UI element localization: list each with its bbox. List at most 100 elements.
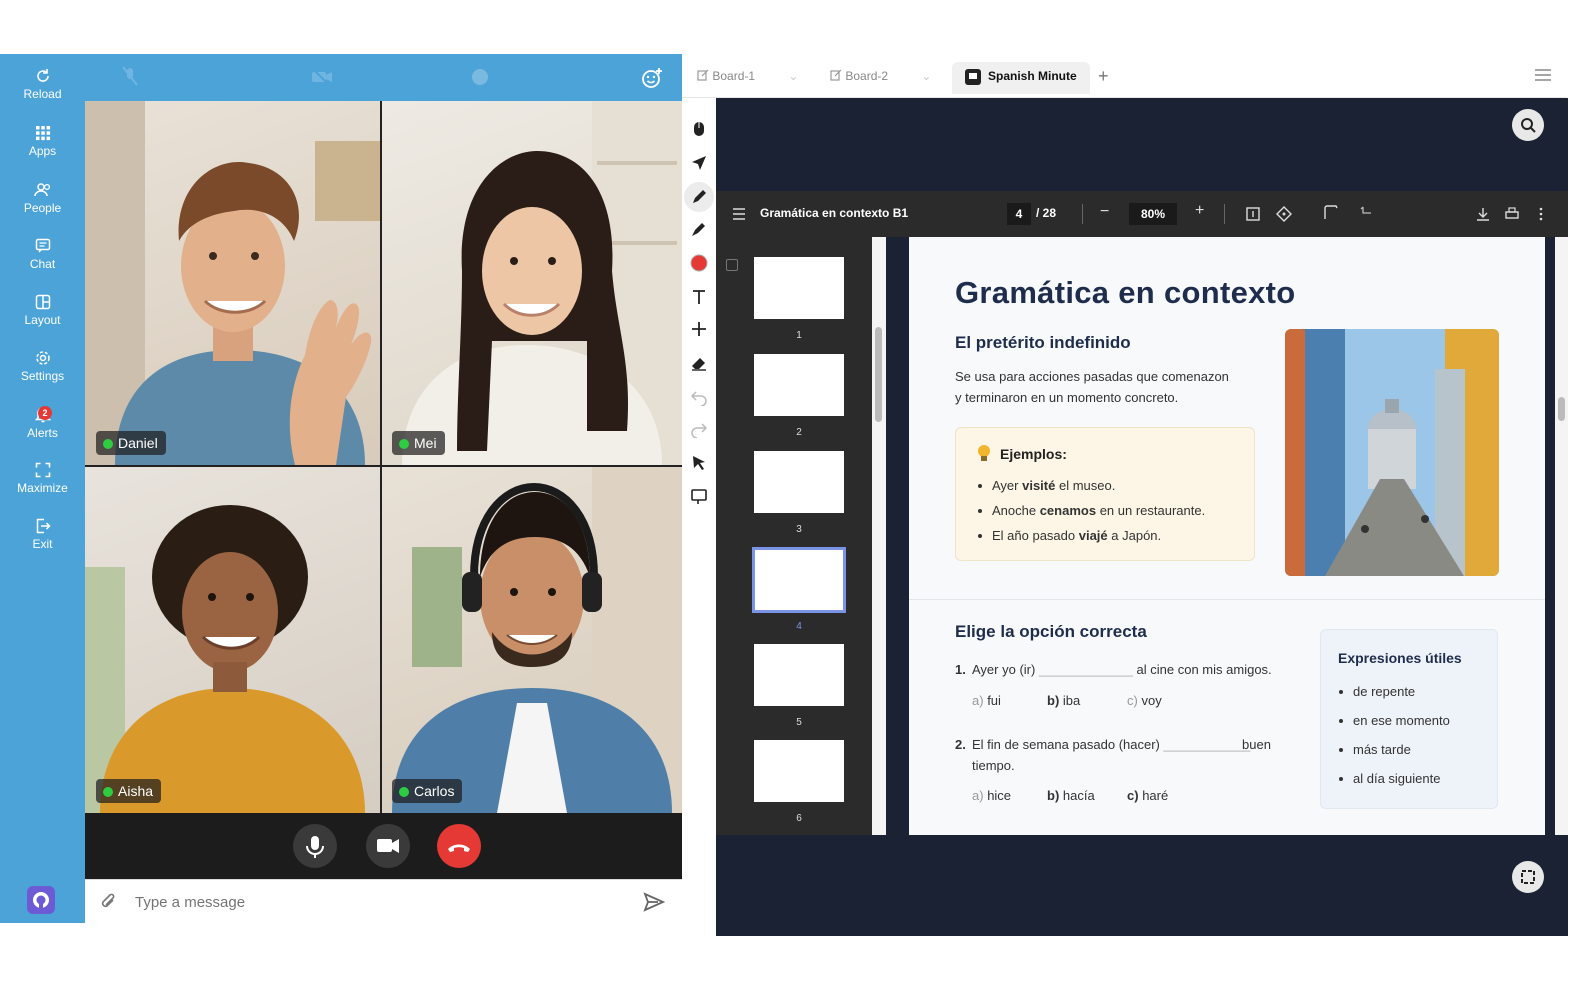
page-heading: Gramática en contexto [955, 275, 1296, 310]
return-icon[interactable] [1359, 205, 1373, 219]
example-item: Ayer visité el museo. [977, 478, 1116, 493]
sidebar-item-apps[interactable]: Apps [0, 125, 85, 177]
annotate-icon[interactable] [1323, 205, 1339, 221]
zoom-out-button[interactable]: − [1100, 203, 1109, 221]
answer-option[interactable]: a) fui [972, 693, 1001, 708]
thumbnail-page-number: 1 [796, 330, 802, 341]
camera-off-icon[interactable] [311, 66, 333, 88]
select-cursor-icon[interactable] [690, 454, 708, 472]
thumbnail-page-number: 6 [796, 813, 802, 824]
pen-icon[interactable] [690, 188, 708, 206]
section-title: Elige la opción correcta [955, 622, 1147, 641]
mic-button[interactable] [293, 824, 337, 868]
video-tile-carlos[interactable]: Carlos [382, 467, 682, 813]
eraser-icon[interactable] [690, 354, 708, 372]
page-scrollbar[interactable] [1555, 237, 1568, 835]
question-text: tiempo. [972, 758, 1015, 773]
sidebar-toggle-icon[interactable] [732, 208, 746, 220]
chevron-down-icon[interactable]: ⌄ [921, 69, 931, 83]
expression-item: más tarde [1339, 742, 1411, 757]
question-number: 2. [955, 737, 966, 752]
menu-icon[interactable] [1534, 68, 1552, 82]
thumbnail-page-selected[interactable] [752, 547, 846, 613]
crop-button[interactable] [1512, 861, 1544, 893]
sidebar-item-settings[interactable]: Settings [0, 350, 85, 402]
thumbnail-page-number: 5 [796, 717, 802, 728]
message-input[interactable] [135, 890, 615, 914]
mouse-icon[interactable] [690, 120, 708, 138]
thumbnail-page[interactable] [754, 644, 844, 706]
scrollbar-thumb[interactable] [1558, 397, 1565, 421]
more-options-icon[interactable] [1538, 207, 1544, 221]
send-icon[interactable] [643, 892, 665, 912]
download-icon[interactable] [1476, 207, 1490, 221]
zoom-in-button[interactable]: + [1195, 202, 1204, 220]
answer-option[interactable]: b) hacía [1047, 788, 1095, 803]
thumbnail-page[interactable] [754, 354, 844, 416]
print-icon[interactable] [1505, 207, 1519, 221]
search-icon [1521, 118, 1536, 133]
sidebar-item-exit[interactable]: Exit [0, 518, 85, 570]
answer-option[interactable]: c) voy [1127, 693, 1162, 708]
mic-off-icon[interactable] [121, 66, 139, 88]
comment-icon[interactable] [690, 488, 708, 506]
thumbnail-page[interactable] [754, 740, 844, 802]
question-text: buen [1242, 737, 1271, 752]
record-icon[interactable] [470, 66, 490, 88]
example-item: El año pasado viajé a Japón. [977, 528, 1162, 543]
sidebar-item-alerts[interactable]: 2 Alerts [0, 406, 85, 458]
hang-up-button[interactable] [437, 824, 481, 868]
chevron-down-icon[interactable]: ⌄ [788, 69, 798, 83]
sidebar-item-reload[interactable]: Reload [0, 68, 85, 120]
maximize-icon [35, 462, 50, 478]
thumbnail-scrollbar[interactable] [872, 237, 886, 835]
answer-option[interactable]: b) iba [1047, 693, 1080, 708]
tab-label: Spanish Minute [988, 69, 1077, 83]
sidebar-label: Apps [28, 144, 57, 158]
expression-item: de repente [1338, 684, 1416, 699]
video-tile-aisha[interactable]: Aisha [85, 467, 380, 813]
redo-icon[interactable] [690, 420, 708, 438]
settings-icon [35, 351, 50, 365]
rotate-icon[interactable] [1276, 206, 1292, 222]
sidebar-item-chat[interactable]: Chat [0, 238, 85, 290]
sidebar-item-layout[interactable]: Layout [0, 294, 85, 346]
undo-icon[interactable] [690, 388, 708, 406]
emoji-reaction-icon[interactable] [640, 66, 664, 90]
thumbnail-page-number: 4 [796, 621, 802, 632]
attach-icon[interactable] [100, 892, 118, 912]
fit-page-icon[interactable] [1246, 207, 1260, 221]
video-tile-daniel[interactable]: Daniel [85, 101, 380, 465]
answer-option[interactable]: a) hice [972, 788, 1011, 803]
sidebar-item-maximize[interactable]: Maximize [0, 462, 85, 514]
zoom-button[interactable] [1512, 109, 1544, 141]
marker-icon[interactable] [690, 220, 708, 238]
layout-icon [35, 294, 50, 310]
presentation-icon [965, 69, 981, 85]
zoom-level[interactable]: 80% [1129, 203, 1177, 225]
question-number: 1. [955, 662, 966, 677]
sidebar-label: Layout [24, 313, 61, 327]
tab-board-2[interactable]: Board-2 ⌄ [830, 62, 940, 94]
street-photo [1285, 329, 1499, 576]
total-pages: / 28 [1036, 206, 1057, 220]
app-logo[interactable] [27, 886, 55, 914]
scrollbar-thumb[interactable] [875, 327, 882, 422]
thumbnail-view-icon[interactable] [726, 259, 738, 271]
color-picker-icon[interactable] [690, 254, 708, 272]
add-tab-button[interactable]: + [1098, 62, 1109, 94]
thumbnail-page[interactable] [754, 257, 844, 319]
answer-option[interactable]: c) haré [1127, 788, 1168, 803]
camera-button[interactable] [366, 824, 410, 868]
video-tile-mei[interactable]: Mei [382, 101, 682, 465]
thumbnail-page[interactable] [754, 451, 844, 513]
drawing-toolbar [682, 98, 716, 936]
apps-icon [35, 126, 50, 141]
page-number-input[interactable]: 4 [1007, 203, 1031, 225]
sidebar-item-people[interactable]: People [0, 182, 85, 234]
navigate-arrow-icon[interactable] [690, 154, 708, 172]
add-shape-icon[interactable] [690, 320, 708, 338]
text-tool-icon[interactable] [690, 288, 708, 306]
tab-board-1[interactable]: Board-1 ⌄ [697, 62, 807, 94]
tab-spanish-minute[interactable]: Spanish Minute [952, 62, 1090, 94]
